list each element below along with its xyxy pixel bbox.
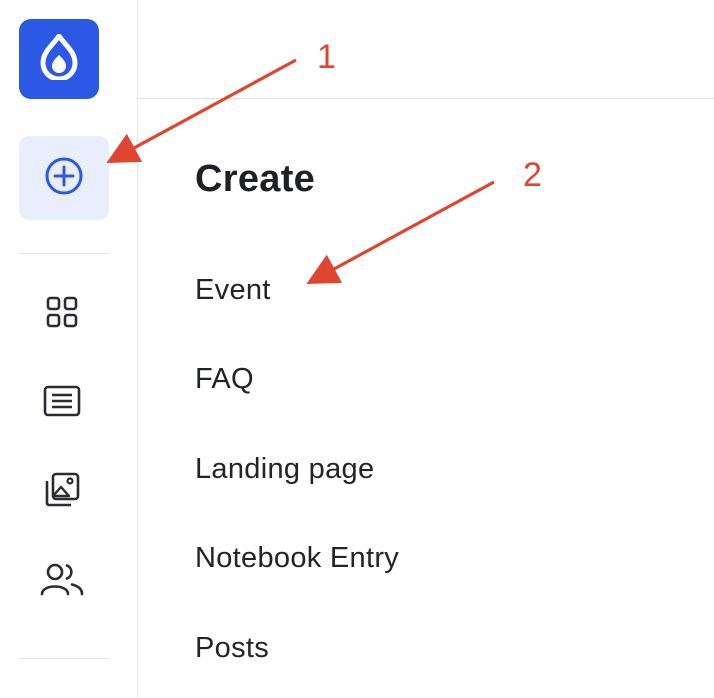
- plus-circle-icon: [44, 156, 84, 201]
- annotation-arrow-1: [106, 58, 297, 164]
- sidebar-divider: [19, 658, 109, 659]
- people-icon: [40, 562, 84, 601]
- content-list-icon: [43, 385, 81, 422]
- dashboard-grid-icon: [45, 295, 79, 334]
- annotation-label-2: 2: [523, 156, 542, 194]
- annotation-label-1: 1: [317, 38, 336, 76]
- sidebar-item-dashboard[interactable]: [40, 292, 84, 336]
- menu-item-notebook-entry[interactable]: Notebook Entry: [195, 542, 399, 575]
- create-button[interactable]: [19, 136, 109, 220]
- sidebar-divider: [19, 253, 109, 254]
- topbar-divider: [138, 98, 714, 99]
- drupal-drop-icon: [40, 33, 78, 85]
- sidebar-item-people[interactable]: [40, 559, 84, 603]
- drupal-logo[interactable]: [19, 19, 99, 99]
- annotation-arrow-2: [306, 180, 495, 285]
- menu-item-landing-page[interactable]: Landing page: [195, 453, 374, 486]
- menu-item-posts[interactable]: Posts: [195, 632, 269, 665]
- panel-title: Create: [195, 158, 316, 200]
- menu-item-faq[interactable]: FAQ: [195, 363, 254, 396]
- sidebar-item-content[interactable]: [40, 381, 84, 425]
- sidebar: [0, 0, 138, 698]
- sidebar-item-media[interactable]: [40, 470, 84, 514]
- media-image-icon: [44, 472, 80, 513]
- menu-item-event[interactable]: Event: [195, 274, 271, 307]
